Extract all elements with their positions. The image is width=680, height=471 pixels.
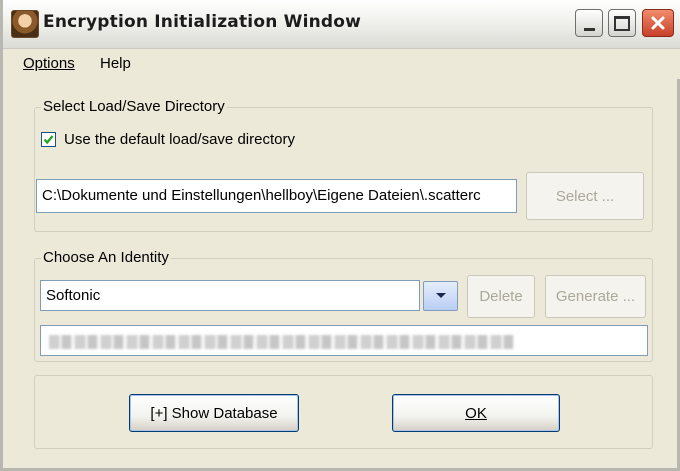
identity-select[interactable]: Softonic [40, 280, 420, 311]
default-directory-label[interactable]: Use the default load/save directory [64, 131, 295, 148]
select-directory-button[interactable]: Select ... [526, 172, 644, 220]
encryption-init-window: Encryption Initialization Window Options… [0, 0, 680, 471]
ok-button[interactable]: OK [392, 394, 560, 432]
menu-bar: Options Help [6, 49, 680, 79]
window-title: Encryption Initialization Window [43, 12, 362, 32]
show-database-button[interactable]: [+] Show Database [129, 394, 299, 432]
maximize-icon [614, 15, 630, 31]
minimize-button[interactable] [575, 9, 603, 37]
directory-path-field[interactable]: C:\Dokumente und Einstellungen\hellboy\E… [36, 179, 517, 213]
menu-options[interactable]: Options [23, 55, 75, 72]
identity-key-field[interactable] [40, 325, 648, 356]
title-bar[interactable]: Encryption Initialization Window [3, 0, 680, 49]
identity-dropdown-button[interactable] [423, 281, 458, 311]
chevron-down-icon [435, 293, 446, 298]
close-button[interactable] [642, 9, 674, 37]
generate-identity-button[interactable]: Generate ... [545, 275, 646, 318]
obscured-key-text [49, 335, 514, 349]
actions-group: [+] Show Database OK [34, 375, 653, 449]
default-directory-checkbox[interactable] [41, 132, 56, 147]
minimize-icon [583, 27, 595, 31]
ok-button-label: OK [465, 404, 487, 422]
checkmark-icon [43, 135, 54, 145]
directory-group-label: Select Load/Save Directory [41, 98, 227, 115]
maximize-button[interactable] [608, 9, 636, 37]
close-icon [651, 16, 665, 30]
directory-group: Select Load/Save Directory Use the defau… [34, 98, 653, 232]
delete-identity-button[interactable]: Delete [467, 275, 535, 318]
menu-help[interactable]: Help [100, 55, 131, 72]
app-icon [11, 10, 39, 38]
identity-group: Choose An Identity Softonic Delete Gener… [34, 249, 653, 362]
identity-group-label: Choose An Identity [41, 249, 171, 266]
